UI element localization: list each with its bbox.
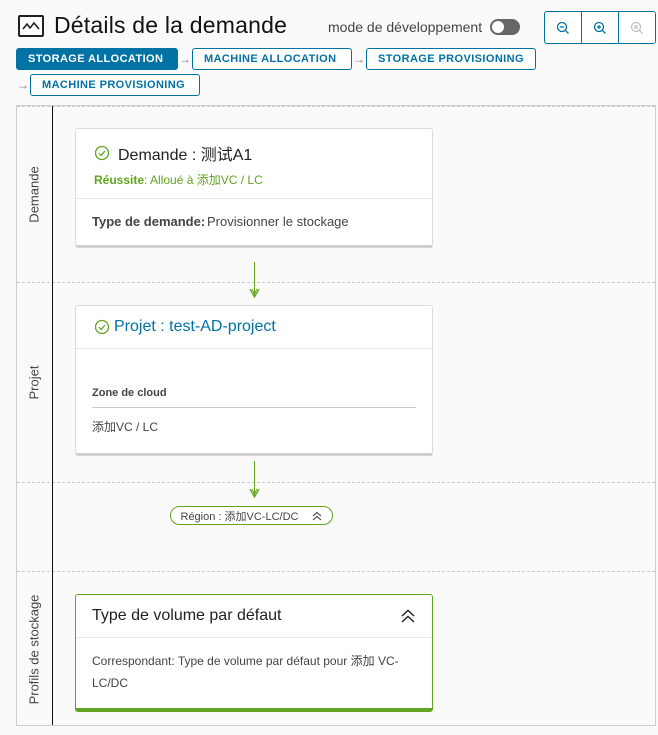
lane-axis — [52, 106, 53, 725]
success-check-icon — [94, 145, 110, 161]
zoom-reset-button[interactable] — [619, 12, 655, 43]
zoom-controls — [544, 11, 656, 44]
volume-type-title: Type de volume par défaut — [92, 607, 282, 624]
status-label: Réussite — [94, 173, 145, 187]
lane-label-projet: Projet — [26, 365, 42, 399]
zoom-reset-icon — [630, 21, 643, 34]
lane-label-profils-stockage: Profils de stockage — [26, 594, 42, 704]
volume-type-description: Correspondant: Type de volume par défaut… — [92, 654, 399, 690]
lane-divider — [17, 106, 655, 107]
arrow-down-icon — [249, 288, 260, 298]
request-card[interactable]: Demande : 测试A1 Réussite: Alloué à 添加VC /… — [75, 128, 433, 248]
arrow-down-icon — [249, 488, 260, 498]
request-status: Réussite: Alloué à 添加VC / LC — [94, 171, 416, 188]
dev-mode-control: mode de développement — [328, 19, 521, 35]
dev-mode-label: mode de développement — [328, 19, 483, 35]
tab-storage-provisioning[interactable]: STORAGE PROVISIONING — [366, 48, 536, 70]
project-card[interactable]: Projet : test-AD-project Zone de cloud 添… — [75, 305, 433, 456]
project-title-link[interactable]: Projet : test-AD-project — [114, 318, 276, 336]
arrow-right-icon: → — [179, 52, 191, 66]
line-chart-icon — [18, 14, 44, 37]
request-title: Demande : 测试A1 — [118, 147, 253, 164]
lane-label-demande: Demande — [26, 165, 42, 223]
double-chevron-up-icon[interactable] — [400, 608, 416, 624]
volume-type-card[interactable]: Type de volume par défaut Correspondant:… — [75, 594, 433, 712]
lane-divider — [17, 571, 655, 572]
cloud-zone-value: 添加VC / LC — [92, 420, 159, 434]
step-tabs: STORAGE ALLOCATION → MACHINE ALLOCATION … — [16, 48, 546, 100]
tab-machine-provisioning[interactable]: MACHINE PROVISIONING — [30, 74, 200, 96]
arrow-right-icon: → — [353, 52, 365, 66]
flow-canvas[interactable]: Demande Projet Profils de stockage Deman… — [16, 105, 656, 726]
tab-machine-allocation[interactable]: MACHINE ALLOCATION — [192, 48, 352, 70]
dev-mode-toggle[interactable] — [490, 19, 521, 35]
zoom-out-button[interactable] — [545, 12, 582, 43]
lane-divider — [17, 282, 655, 283]
tab-storage-allocation[interactable]: STORAGE ALLOCATION — [16, 48, 178, 70]
success-check-icon — [94, 319, 110, 335]
zoom-in-button[interactable] — [582, 12, 619, 43]
status-text: : Alloué à 添加VC / LC — [144, 173, 263, 187]
zoom-out-icon — [556, 21, 569, 34]
zoom-in-icon — [593, 21, 606, 34]
lane-divider — [17, 482, 655, 483]
page-header: Détails de la demande — [18, 12, 287, 39]
double-chevron-up-icon[interactable] — [312, 511, 322, 521]
cloud-zone-label: Zone de cloud — [92, 387, 416, 408]
region-label: Région : 添加VC-LC/DC — [180, 510, 299, 523]
arrow-right-icon: → — [17, 78, 29, 92]
request-type-value: Provisionner le stockage — [207, 214, 349, 229]
page-title: Détails de la demande — [54, 12, 288, 38]
request-type-label: Type de demande: — [92, 214, 206, 229]
region-pill[interactable]: Région : 添加VC-LC/DC — [170, 506, 333, 525]
